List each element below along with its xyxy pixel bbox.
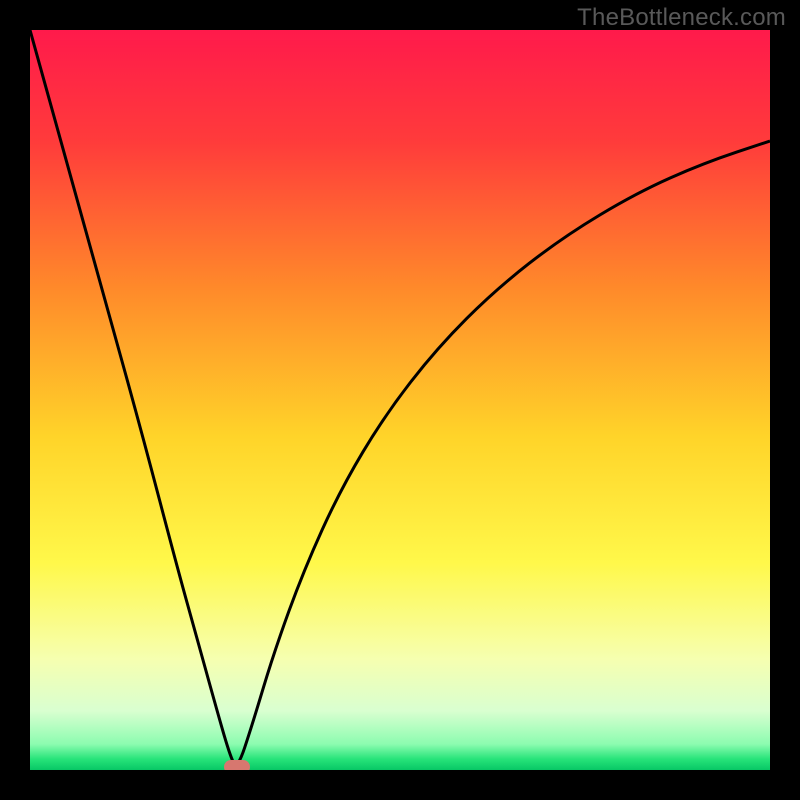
minimum-marker: [224, 760, 250, 770]
plot-area: [30, 30, 770, 770]
watermark-text: TheBottleneck.com: [577, 4, 786, 32]
chart-frame: TheBottleneck.com: [0, 0, 800, 800]
background-rect: [30, 30, 770, 770]
chart-svg: [30, 30, 770, 770]
